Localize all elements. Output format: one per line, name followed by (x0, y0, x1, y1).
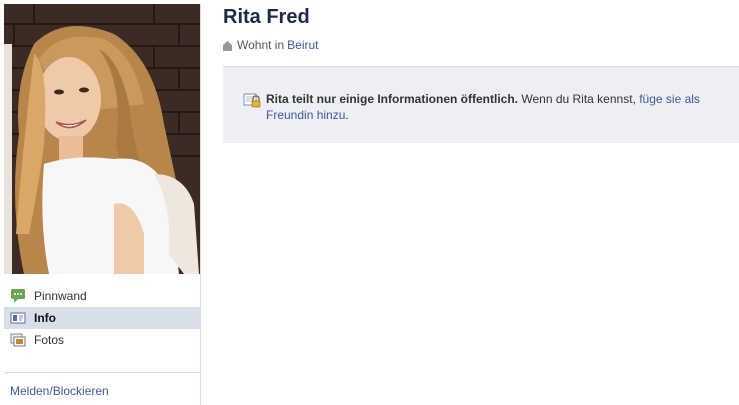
profile-photo[interactable] (4, 4, 200, 274)
privacy-end-text: . (345, 108, 349, 122)
privacy-notice: Rita teilt nur einige Informationen öffe… (223, 66, 739, 143)
nav-item-label: Info (34, 311, 56, 325)
privacy-bold-text: Rita teilt nur einige Informationen öffe… (266, 92, 519, 106)
lives-prefix: Wohnt in (237, 38, 285, 52)
nav-item-label: Pinnwand (34, 289, 87, 303)
nav-item-pinnwand[interactable]: Pinnwand (4, 285, 200, 307)
report-block-link[interactable]: Melden/Blockieren (10, 384, 109, 398)
profile-name: Rita Fred (223, 6, 310, 28)
lives-city-link[interactable]: Beirut (287, 38, 318, 52)
nav-item-label: Fotos (34, 333, 65, 347)
nav-divider (4, 372, 200, 373)
left-column: Pinnwand Info Fotos Melden/Blockieren (4, 4, 201, 405)
info-icon (10, 310, 26, 326)
wall-icon (10, 288, 26, 304)
photos-icon (10, 332, 26, 348)
privacy-plain-text: Wenn du Rita kennst, (521, 92, 636, 106)
lives-in-line: Wohnt in Beirut (223, 38, 319, 52)
nav-item-fotos[interactable]: Fotos (4, 329, 200, 351)
nav-item-info[interactable]: Info (4, 307, 200, 329)
lock-icon (243, 92, 261, 108)
house-icon (223, 40, 232, 51)
profile-nav: Pinnwand Info Fotos (4, 285, 200, 351)
